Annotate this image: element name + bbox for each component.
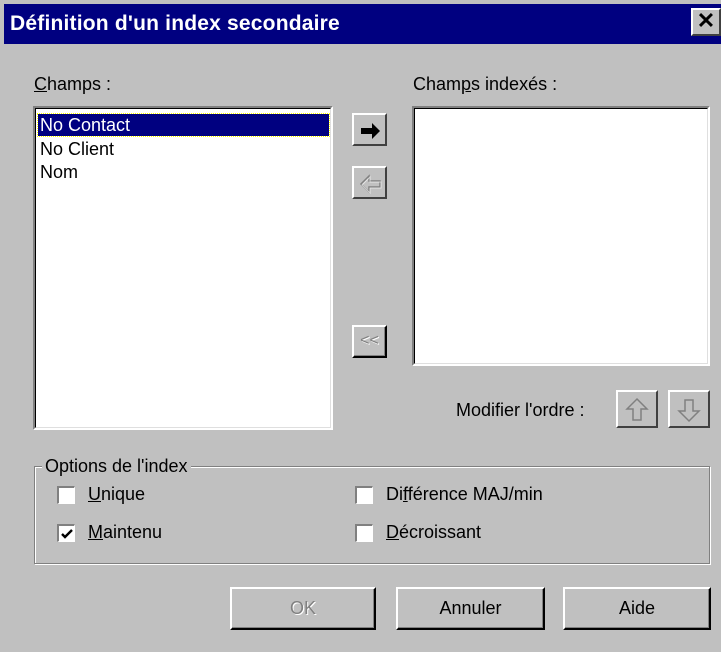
close-button[interactable]: ✕: [691, 8, 721, 36]
dialog-title: Définition d'un index secondaire: [10, 12, 340, 35]
order-label: Modifier l'ordre :: [456, 400, 585, 420]
checkmark-icon: [61, 529, 73, 539]
unique-label[interactable]: Unique: [88, 484, 145, 505]
fields-label: Champs :: [34, 74, 112, 94]
cancel-button[interactable]: Annuler: [396, 587, 545, 630]
arrow-left-icon: [359, 174, 382, 195]
help-label: Aide: [618, 598, 656, 618]
list-item-no-client[interactable]: No Client: [38, 138, 114, 160]
list-item-no-contact[interactable]: No Contact: [37, 113, 330, 137]
case-sensitive-label[interactable]: Différence MAJ/min: [386, 484, 543, 505]
help-button[interactable]: Aide: [563, 587, 711, 630]
remove-field-button[interactable]: [352, 166, 387, 199]
remove-all-label: <<: [360, 332, 379, 349]
indexed-fields-label: Champs indexés :: [413, 74, 558, 94]
descending-checkbox[interactable]: [355, 524, 373, 542]
list-item-nom[interactable]: Nom: [38, 161, 78, 183]
ok-button[interactable]: OK: [230, 587, 376, 630]
case-sensitive-checkbox[interactable]: [355, 486, 373, 504]
cancel-label: Annuler: [439, 598, 502, 618]
ok-label: OK: [289, 598, 316, 618]
add-field-button[interactable]: [352, 113, 387, 146]
arrow-right-icon: [361, 123, 380, 139]
maintenu-label[interactable]: Maintenu: [88, 522, 162, 543]
arrow-down-icon: [677, 399, 701, 423]
close-icon: ✕: [696, 8, 716, 33]
maintenu-checkbox[interactable]: [57, 524, 75, 542]
dialog-window: Définition d'un index secondaire ✕ Champ…: [0, 0, 721, 652]
index-options-group: [34, 466, 710, 564]
fields-listbox[interactable]: No Contact No Client Nom: [33, 106, 333, 430]
unique-checkbox[interactable]: [57, 486, 75, 504]
remove-all-button[interactable]: <<: [352, 325, 387, 358]
indexed-fields-listbox[interactable]: [412, 106, 710, 366]
index-options-legend: Options de l'index: [42, 456, 191, 477]
arrow-up-icon: [625, 397, 649, 421]
move-down-button[interactable]: [668, 390, 710, 428]
descending-label[interactable]: Décroissant: [386, 522, 481, 543]
move-up-button[interactable]: [616, 390, 658, 428]
title-bar: Définition d'un index secondaire: [4, 4, 721, 44]
